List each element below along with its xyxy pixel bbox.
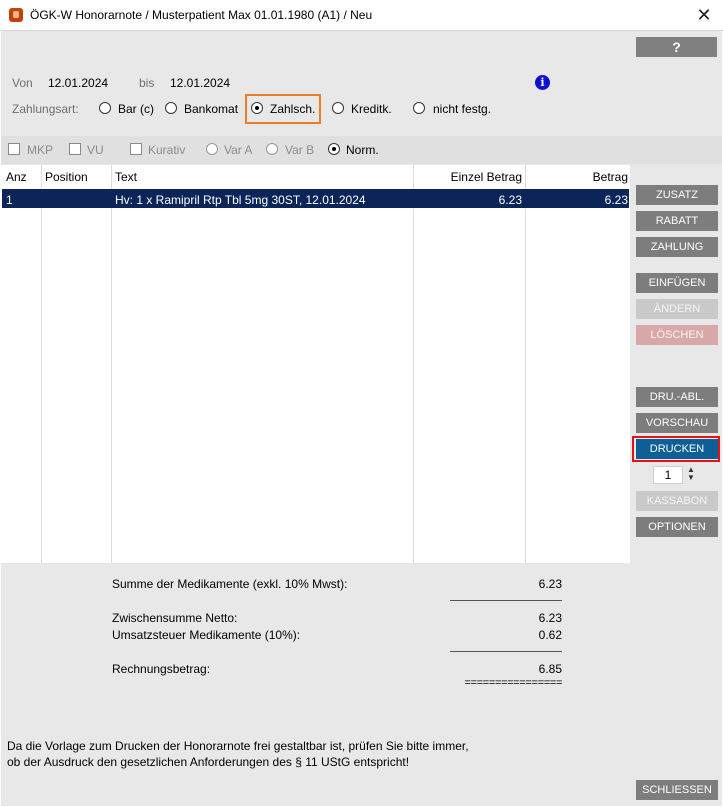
radio-bar-label[interactable]: Bar (c) [118, 102, 154, 116]
summary-rule [450, 651, 562, 652]
column-divider [41, 165, 42, 563]
radio-kreditkarte-label[interactable]: Kreditk. [351, 102, 392, 116]
netto-label: Zwischensumme Netto: [112, 611, 238, 625]
checkbox-vu[interactable] [69, 143, 81, 155]
total-label: Rechnungsbetrag: [112, 662, 211, 676]
sum-medikamente-value: 6.23 [538, 577, 562, 591]
title-bar: ÖGK-W Honorarnote / Musterpatient Max 01… [0, 0, 723, 31]
column-divider [111, 165, 112, 563]
to-date-field[interactable]: 12.01.2024 [170, 76, 230, 90]
kassabon-button[interactable]: KASSABON [636, 491, 718, 511]
radio-norm[interactable] [328, 143, 340, 155]
position-table[interactable] [1, 165, 630, 563]
summary-rule [450, 600, 562, 601]
copies-input[interactable]: 1 [653, 466, 683, 484]
legal-note-line2: ob der Ausdruck den gesetzlichen Anforde… [7, 755, 410, 769]
radio-bankomat-label[interactable]: Bankomat [184, 102, 238, 116]
radio-var-b[interactable] [266, 143, 278, 155]
radio-kreditkarte[interactable] [332, 102, 344, 114]
druck-ablage-button[interactable]: DRU.-ABL. [636, 387, 718, 407]
checkbox-kurativ[interactable] [130, 143, 142, 155]
column-header-anz[interactable]: Anz [6, 170, 27, 184]
close-icon[interactable]: ✕ [692, 3, 716, 27]
sum-medikamente-label: Summe der Medikamente (exkl. 10% Mwst): [112, 577, 348, 591]
info-icon[interactable]: i [535, 75, 550, 90]
help-button[interactable]: ? [636, 37, 717, 57]
app-icon [9, 8, 23, 22]
radio-norm-label[interactable]: Norm. [346, 143, 379, 157]
checkbox-kurativ-label: Kurativ [148, 143, 186, 157]
radio-var-b-label: Var B [285, 143, 315, 157]
from-label: Von [12, 76, 33, 90]
radio-bar[interactable] [99, 102, 111, 114]
radio-bankomat[interactable] [165, 102, 177, 114]
legal-note: Da die Vorlage zum Drucken der Honorarno… [7, 738, 469, 770]
loeschen-button[interactable]: LÖSCHEN [636, 325, 718, 345]
ust-value: 0.62 [538, 628, 562, 642]
highlight-frame-red [632, 436, 720, 462]
zusatz-button[interactable]: ZUSATZ [636, 185, 718, 205]
netto-value: 6.23 [538, 611, 562, 625]
aendern-button[interactable]: ÄNDERN [636, 299, 718, 319]
window-title: ÖGK-W Honorarnote / Musterpatient Max 01… [30, 8, 373, 22]
cell-anz: 1 [6, 193, 13, 207]
einfuegen-button[interactable]: EINFÜGEN [636, 273, 718, 293]
highlight-frame [245, 94, 321, 124]
column-header-position[interactable]: Position [45, 170, 88, 184]
legal-note-line1: Da die Vorlage zum Drucken der Honorarno… [7, 739, 469, 753]
radio-nicht-festgelegt[interactable] [413, 102, 425, 114]
column-header-einzel-betrag[interactable]: Einzel Betrag [414, 170, 522, 184]
to-label: bis [139, 76, 155, 90]
column-divider [525, 165, 526, 563]
cell-text: Hv: 1 x Ramipril Rtp Tbl 5mg 30ST, 12.01… [115, 193, 366, 207]
zahlung-button[interactable]: ZAHLUNG [636, 237, 718, 257]
payment-label: Zahlungsart: [12, 102, 79, 116]
total-value: 6.85 [538, 662, 562, 676]
optionen-button[interactable]: OPTIONEN [636, 517, 718, 537]
radio-var-a[interactable] [206, 143, 218, 155]
column-divider [413, 165, 414, 563]
checkbox-vu-label: VU [87, 143, 104, 157]
rabatt-button[interactable]: RABATT [636, 211, 718, 231]
spinner-arrows-icon[interactable]: ▲ ▼ [686, 466, 696, 484]
column-header-betrag[interactable]: Betrag [526, 170, 628, 184]
radio-var-a-label: Var A [224, 143, 253, 157]
radio-nicht-festgelegt-label[interactable]: nicht festg. [433, 102, 491, 116]
checkbox-mkp-label: MKP [27, 143, 54, 157]
total-double-rule: ================ [464, 678, 562, 690]
cell-einzel-betrag: 6.23 [498, 193, 522, 207]
schliessen-button[interactable]: SCHLIESSEN [636, 780, 718, 800]
column-header-text[interactable]: Text [115, 170, 137, 184]
checkbox-mkp[interactable] [8, 143, 20, 155]
from-date-field[interactable]: 12.01.2024 [48, 76, 108, 90]
vorschau-button[interactable]: VORSCHAU [636, 413, 718, 433]
ust-label: Umsatzsteuer Medikamente (10%): [112, 628, 301, 642]
cell-betrag: 6.23 [604, 193, 628, 207]
